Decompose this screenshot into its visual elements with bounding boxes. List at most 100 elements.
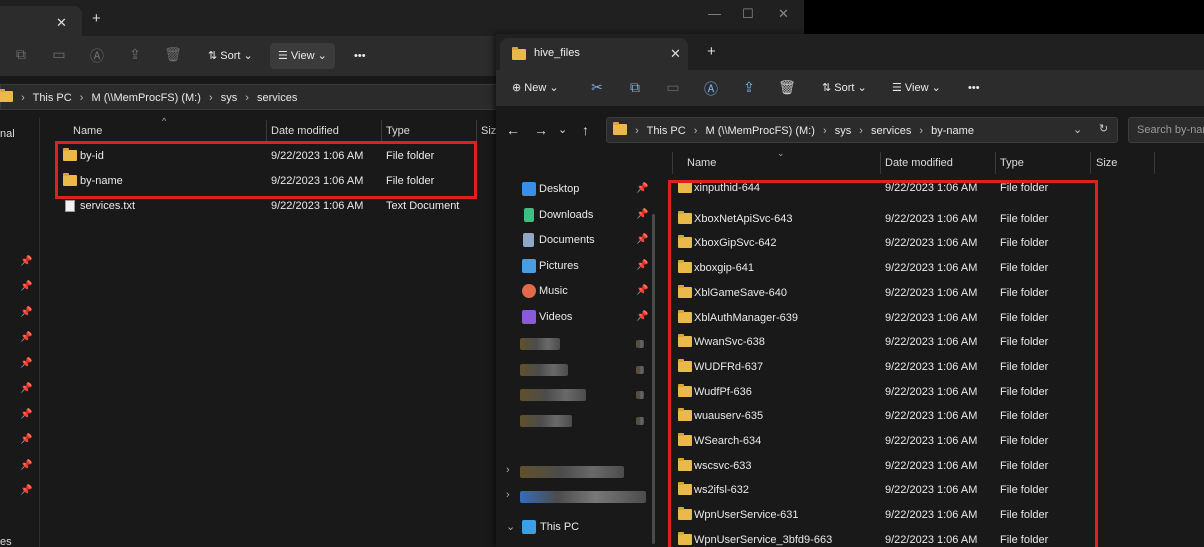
view-button[interactable]: ☰ View ⌄	[884, 75, 949, 101]
close-window-icon[interactable]: ✕	[778, 6, 789, 22]
pin-icon[interactable]: 📌	[20, 281, 32, 292]
breadcrumb-services[interactable]: services	[257, 92, 297, 104]
nav-item-videos[interactable]: Videos 📌	[522, 306, 650, 330]
paste-icon[interactable]: ▭	[50, 46, 68, 64]
breadcrumb-drive[interactable]: M (\\MemProcFS) (M:)	[92, 92, 201, 104]
more-options-button[interactable]: •••	[346, 43, 374, 69]
breadcrumb-sys[interactable]: sys	[835, 125, 852, 137]
delete-icon[interactable]: 🗑	[778, 79, 796, 97]
nav-scrollbar[interactable]	[652, 214, 655, 544]
pin-icon[interactable]: 📌	[20, 485, 32, 496]
breadcrumb-this-pc[interactable]: This PC	[647, 125, 686, 137]
pin-icon[interactable]: 📌	[20, 358, 32, 369]
blurred-nav-item[interactable]	[520, 364, 568, 376]
blurred-nav-item[interactable]	[520, 389, 586, 401]
tab-services[interactable]: ✕	[0, 6, 82, 36]
pin-icon[interactable]: 📌	[636, 183, 648, 194]
maximize-icon[interactable]: ☐	[742, 6, 754, 22]
copy-icon[interactable]: ⧉	[12, 46, 30, 64]
recent-locations-icon[interactable]: ⌄	[558, 123, 567, 136]
list-item[interactable]: wscsvc-633 9/22/2023 1:06 AM File folder	[676, 454, 1096, 478]
pin-icon[interactable]: 📌	[20, 307, 32, 318]
new-button[interactable]: ⊕ New ⌄	[504, 75, 567, 101]
pin-icon[interactable]: 📌	[20, 409, 32, 420]
column-header-name[interactable]: Name	[687, 157, 716, 169]
forward-arrow-icon[interactable]: →	[534, 122, 548, 138]
more-options-button[interactable]: •••	[960, 75, 988, 101]
list-item[interactable]: WUDFRd-637 9/22/2023 1:06 AM File folder	[676, 355, 1096, 379]
share-icon[interactable]: ⇪	[126, 46, 144, 64]
list-item[interactable]: xboxgip-641 9/22/2023 1:06 AM File folder	[676, 256, 1096, 280]
pin-icon[interactable]: 📌	[20, 383, 32, 394]
breadcrumb-by-name[interactable]: by-name	[931, 125, 974, 137]
rename-icon[interactable]: Ⓐ	[88, 46, 106, 64]
pin-icon[interactable]: 📌	[636, 260, 648, 271]
rename-icon[interactable]: Ⓐ	[702, 79, 720, 97]
list-item[interactable]: by-name 9/22/2023 1:06 AM File folder	[60, 169, 470, 193]
list-item[interactable]: XboxNetApiSvc-643 9/22/2023 1:06 AM File f…	[676, 207, 1096, 231]
tab-hive-files[interactable]: hive_files ✕	[500, 38, 688, 70]
breadcrumb-services[interactable]: services	[871, 125, 911, 137]
nav-item-music[interactable]: Music 📌	[522, 280, 650, 304]
list-item[interactable]: WpnUserService-631 9/22/2023 1:06 AM File …	[676, 503, 1096, 527]
pin-icon[interactable]: 📌	[636, 209, 648, 220]
nav-item-this-pc[interactable]: ⌄ This PC	[506, 516, 646, 540]
blurred-nav-item[interactable]	[520, 491, 646, 503]
list-item[interactable]: services.txt 9/22/2023 1:06 AM Text Docu…	[60, 194, 470, 218]
column-header-date[interactable]: Date modified	[271, 125, 339, 137]
nav-item-documents[interactable]: Documents 📌	[522, 229, 650, 253]
chevron-down-icon[interactable]: ⌄	[506, 520, 515, 533]
column-header-type[interactable]: Type	[386, 125, 410, 137]
search-input[interactable]: Search by-name	[1128, 117, 1204, 143]
list-item[interactable]: ws2ifsl-632 9/22/2023 1:06 AM File folder	[676, 478, 1096, 502]
sort-button[interactable]: ⇅ Sort ⌄	[200, 43, 261, 69]
column-header-size[interactable]: Size	[1096, 157, 1117, 169]
cut-icon[interactable]: ✂	[588, 79, 606, 97]
pin-icon[interactable]: 📌	[636, 234, 648, 245]
breadcrumb-sys[interactable]: sys	[221, 92, 238, 104]
pin-icon[interactable]: 📌	[20, 434, 32, 445]
list-item[interactable]: by-id 9/22/2023 1:06 AM File folder	[60, 144, 470, 168]
sort-button[interactable]: ⇅ Sort ⌄	[814, 75, 875, 101]
address-bar[interactable]: › This PC › M (\\MemProcFS) (M:) › sys ›…	[0, 84, 498, 110]
blurred-nav-item[interactable]	[520, 466, 624, 478]
breadcrumb-this-pc[interactable]: This PC	[33, 92, 72, 104]
list-item[interactable]: XblGameSave-640 9/22/2023 1:06 AM File fol…	[676, 281, 1096, 305]
chevron-right-icon[interactable]: ›	[506, 464, 510, 476]
chevron-right-icon[interactable]: ›	[506, 489, 510, 501]
breadcrumb-drive[interactable]: M (\\MemProcFS) (M:)	[706, 125, 815, 137]
column-header-type[interactable]: Type	[1000, 157, 1024, 169]
column-header-name[interactable]: Name	[73, 125, 102, 137]
blurred-nav-item[interactable]	[520, 338, 560, 350]
list-item[interactable]: WpnUserService_3bfd9-663 9/22/2023 1:06 A…	[676, 528, 1096, 547]
list-item[interactable]: WwanSvc-638 9/22/2023 1:06 AM File folder	[676, 330, 1096, 354]
new-tab-icon[interactable]: +	[707, 43, 716, 60]
list-item[interactable]: XblAuthManager-639 9/22/2023 1:06 AM File …	[676, 306, 1096, 330]
column-header-date[interactable]: Date modified	[885, 157, 953, 169]
new-tab-icon[interactable]: +	[92, 10, 101, 27]
address-dropdown-icon[interactable]: ⌄	[1073, 123, 1082, 136]
close-tab-icon[interactable]: ✕	[56, 15, 67, 31]
minimize-icon[interactable]: —	[708, 6, 721, 21]
delete-icon[interactable]: 🗑	[164, 46, 182, 64]
list-item[interactable]: XboxGipSvc-642 9/22/2023 1:06 AM File fold…	[676, 231, 1096, 255]
paste-icon[interactable]: ▭	[664, 79, 682, 97]
nav-item-desktop[interactable]: Desktop 📌	[522, 178, 650, 202]
back-arrow-icon[interactable]: ←	[506, 122, 520, 138]
pin-icon[interactable]: 📌	[20, 256, 32, 267]
copy-icon[interactable]: ⧉	[626, 79, 644, 97]
share-icon[interactable]: ⇪	[740, 79, 758, 97]
list-item[interactable]: wuauserv-635 9/22/2023 1:06 AM File folder	[676, 404, 1096, 428]
refresh-icon[interactable]: ↻	[1099, 122, 1108, 135]
blurred-nav-item[interactable]	[520, 415, 572, 427]
list-item[interactable]: WudfPf-636 9/22/2023 1:06 AM File folder	[676, 380, 1096, 404]
pin-icon[interactable]: 📌	[636, 285, 648, 296]
address-bar[interactable]: › This PC › M (\\MemProcFS) (M:) › sys ›…	[606, 117, 1118, 143]
nav-item-pictures[interactable]: Pictures 📌	[522, 255, 650, 279]
list-item[interactable]: WSearch-634 9/22/2023 1:06 AM File folder	[676, 429, 1096, 453]
pin-icon[interactable]: 📌	[20, 332, 32, 343]
pin-icon[interactable]: 📌	[636, 311, 648, 322]
list-item[interactable]: xinputhid-644 9/22/2023 1:06 AM File folde…	[676, 176, 1096, 200]
pin-icon[interactable]: 📌	[20, 460, 32, 471]
up-arrow-icon[interactable]: ↑	[582, 122, 589, 138]
